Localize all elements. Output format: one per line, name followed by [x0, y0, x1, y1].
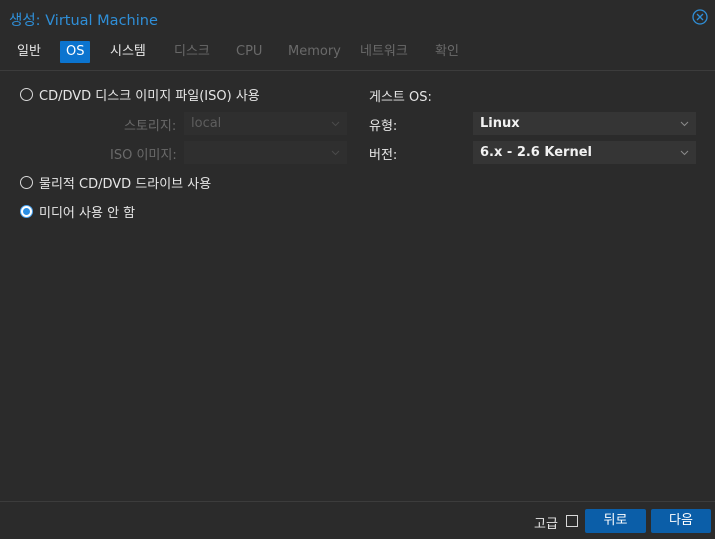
- dialog-titlebar: 생성: Virtual Machine: [0, 0, 715, 35]
- wizard-tabs: 일반 OS 시스템 디스크 CPU Memory 네트워크 확인: [0, 40, 715, 66]
- advanced-checkbox[interactable]: [566, 515, 578, 527]
- storage-label: 스토리지:: [124, 119, 177, 134]
- iso-radio-label: CD/DVD 디스크 이미지 파일(ISO) 사용: [39, 88, 260, 104]
- physical-drive-radio-label: 물리적 CD/DVD 드라이브 사용: [39, 176, 212, 192]
- guest-os-heading: 게스트 OS:: [369, 90, 432, 105]
- os-type-value: Linux: [480, 116, 520, 131]
- dialog-title: 생성: Virtual Machine: [9, 9, 158, 30]
- os-version-select[interactable]: 6.x - 2.6 Kernel: [473, 141, 696, 164]
- physical-drive-radio-option[interactable]: 물리적 CD/DVD 드라이브 사용: [20, 173, 212, 192]
- no-media-radio[interactable]: [20, 204, 33, 218]
- tab-system[interactable]: 시스템: [110, 41, 146, 63]
- iso-image-label: ISO 이미지:: [110, 148, 177, 163]
- chevron-down-icon: [680, 121, 689, 127]
- tab-memory: Memory: [288, 44, 341, 59]
- create-vm-dialog: 생성: Virtual Machine 일반 OS 시스템 디스크 CPU Me…: [0, 0, 715, 539]
- chevron-down-icon: [680, 150, 689, 156]
- physical-drive-radio[interactable]: [20, 175, 33, 189]
- os-type-select[interactable]: Linux: [473, 112, 696, 135]
- tab-general[interactable]: 일반: [17, 41, 41, 63]
- tab-network: 네트워크: [360, 44, 408, 59]
- iso-image-select: [184, 141, 347, 164]
- tab-cpu: CPU: [236, 44, 263, 59]
- dialog-title-object: Virtual Machine: [45, 13, 158, 29]
- no-media-radio-label: 미디어 사용 안 함: [39, 205, 136, 221]
- storage-value: local: [191, 116, 222, 131]
- next-button[interactable]: 다음: [651, 509, 711, 533]
- close-icon[interactable]: [692, 9, 708, 25]
- tab-os[interactable]: OS: [60, 41, 91, 63]
- no-media-radio-option[interactable]: 미디어 사용 안 함: [20, 202, 136, 221]
- tabs-divider: [0, 70, 715, 71]
- advanced-label: 고급: [534, 517, 558, 532]
- back-button[interactable]: 뒤로: [585, 509, 646, 533]
- chevron-down-icon: [331, 150, 340, 156]
- dialog-title-prefix: 생성:: [9, 13, 41, 29]
- os-version-label: 버전:: [369, 148, 398, 163]
- iso-radio-option[interactable]: CD/DVD 디스크 이미지 파일(ISO) 사용: [20, 85, 260, 104]
- os-type-label: 유형:: [369, 119, 398, 134]
- chevron-down-icon: [331, 121, 340, 127]
- storage-select: local: [184, 112, 347, 135]
- footer-divider: [0, 501, 715, 502]
- os-version-value: 6.x - 2.6 Kernel: [480, 145, 592, 160]
- tab-confirm: 확인: [435, 44, 459, 59]
- iso-radio[interactable]: [20, 87, 33, 101]
- tab-disk: 디스크: [174, 44, 210, 59]
